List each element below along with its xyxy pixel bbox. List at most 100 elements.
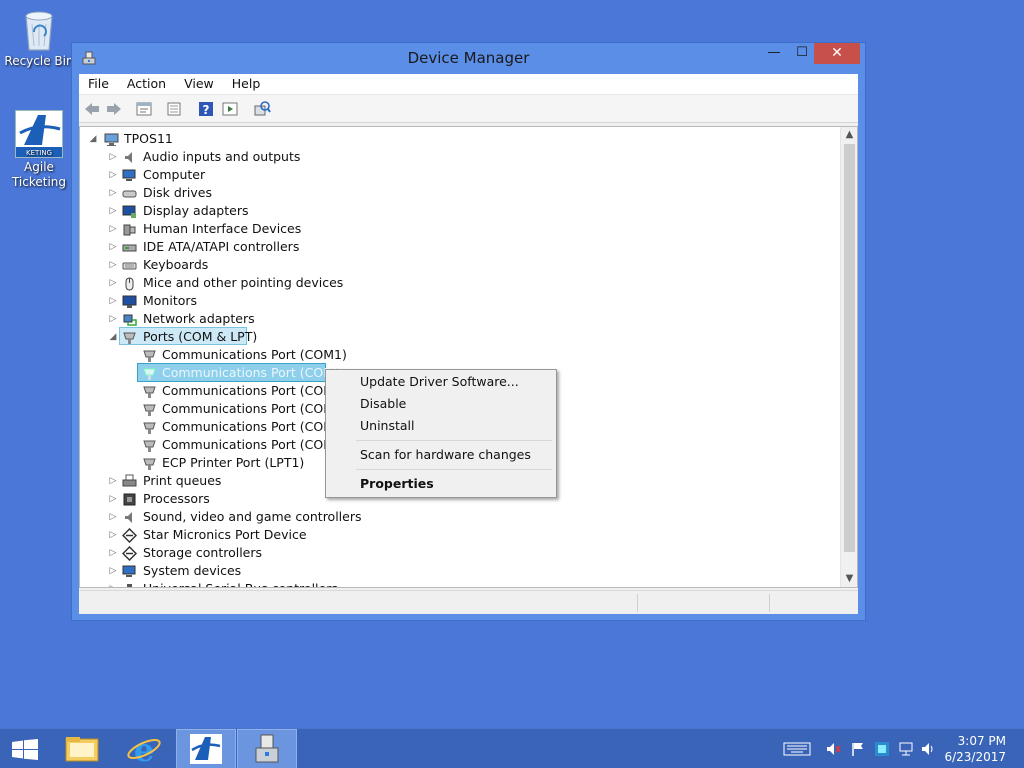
menu-item-scan-hardware[interactable]: Scan for hardware changes	[360, 446, 531, 464]
run-icon[interactable]	[221, 100, 239, 118]
forward-icon[interactable]	[105, 100, 123, 118]
expand-arrow-icon[interactable]: ▷	[108, 238, 118, 256]
minimize-button[interactable]: —	[760, 43, 788, 64]
show-hidden-icon[interactable]	[165, 100, 183, 118]
port-icon	[142, 402, 157, 417]
agile-ticketing-taskbar-button[interactable]	[176, 729, 236, 768]
expand-arrow-icon[interactable]: ▷	[108, 544, 118, 562]
category-label: Monitors	[143, 293, 198, 308]
expand-arrow-icon[interactable]: ▷	[108, 202, 118, 220]
device-label: Communications Port (COM5)	[162, 419, 347, 434]
device-manager-taskbar-button[interactable]	[237, 729, 297, 768]
collapse-arrow-icon[interactable]: ◢	[88, 130, 98, 148]
menu-action[interactable]: Action	[118, 74, 175, 94]
menu-item-properties[interactable]: Properties	[360, 475, 434, 493]
back-icon[interactable]	[83, 100, 101, 118]
status-divider	[769, 594, 770, 612]
scan-hardware-icon[interactable]	[253, 100, 271, 118]
port-icon	[142, 456, 157, 471]
expand-arrow-icon[interactable]: ▷	[108, 220, 118, 238]
mouse-icon	[122, 276, 137, 291]
expand-arrow-icon[interactable]: ▷	[108, 472, 118, 490]
agile-logo-text: KETING	[26, 149, 52, 157]
speaker-icon[interactable]	[920, 741, 936, 757]
expand-arrow-icon[interactable]: ▷	[108, 148, 118, 166]
action-center-flag-icon[interactable]	[850, 741, 866, 757]
collapse-arrow-icon[interactable]: ◢	[108, 328, 118, 346]
file-explorer-taskbar-button[interactable]	[52, 729, 112, 768]
system-clock[interactable]: 3:07 PM 6/23/2017	[944, 733, 1006, 765]
taskbar: e 3:07 PM 6/23/2017	[0, 728, 1024, 768]
scroll-up-icon[interactable]: ▲	[841, 127, 857, 143]
category-label: Star Micronics Port Device	[143, 527, 307, 542]
port-icon	[142, 438, 157, 453]
category-label: Ports (COM & LPT)	[143, 329, 258, 344]
help-icon[interactable]: ?	[197, 100, 215, 118]
port-icon	[142, 384, 157, 399]
expand-arrow-icon[interactable]: ▷	[108, 562, 118, 580]
scrollbar-thumb[interactable]	[844, 144, 855, 552]
expand-arrow-icon[interactable]: ▷	[108, 184, 118, 202]
expand-arrow-icon[interactable]: ▷	[108, 310, 118, 328]
category-label: Human Interface Devices	[143, 221, 302, 236]
device-tree-panel: ◢ TPOS11 ▷ Audio inputs and outputs ▷ Co…	[79, 126, 858, 588]
menu-view[interactable]: View	[175, 74, 223, 94]
category-label: Print queues	[143, 473, 222, 488]
expand-arrow-icon[interactable]: ▷	[108, 274, 118, 292]
recycle-bin-label: Recycle Bin	[4, 54, 74, 68]
category-label: System devices	[143, 563, 242, 578]
category-label: Network adapters	[143, 311, 255, 326]
category-label: Audio inputs and outputs	[143, 149, 301, 164]
menu-item-update-driver[interactable]: Update Driver Software...	[360, 373, 519, 391]
context-menu: Update Driver Software... Disable Uninst…	[325, 369, 557, 498]
window-title: Device Manager	[407, 49, 530, 67]
start-button[interactable]	[0, 729, 60, 768]
maximize-button[interactable]: ☐	[788, 43, 816, 64]
category-label: Universal Serial Bus controllers	[143, 580, 338, 587]
menu-help[interactable]: Help	[223, 74, 270, 94]
internet-explorer-taskbar-button[interactable]: e	[114, 729, 174, 768]
computer-root-icon	[104, 132, 119, 147]
keyboard-icon	[122, 258, 137, 273]
folder-icon	[65, 737, 99, 762]
expand-arrow-icon[interactable]: ▷	[108, 166, 118, 184]
port-icon	[142, 366, 157, 381]
device-label: Communications Port (COM1)	[162, 347, 347, 362]
expand-arrow-icon[interactable]: ▷	[108, 292, 118, 310]
svg-text:?: ?	[203, 103, 210, 117]
volume-muted-icon[interactable]	[825, 741, 841, 757]
svg-text:e: e	[134, 731, 154, 768]
menu-bar: File Action View Help	[79, 74, 858, 95]
storage-icon	[121, 545, 138, 562]
recycle-bin[interactable]: Recycle Bin	[1, 6, 77, 69]
device-label: Communications Port (COM1)	[162, 365, 347, 380]
expand-arrow-icon[interactable]: ▷	[108, 580, 118, 587]
device-label: ECP Printer Port (LPT1)	[162, 455, 305, 470]
internet-explorer-icon: e	[127, 731, 161, 768]
vertical-scrollbar[interactable]: ▲ ▼	[840, 127, 857, 587]
menu-item-uninstall[interactable]: Uninstall	[360, 417, 415, 435]
close-button[interactable]: ✕	[814, 43, 860, 64]
port-icon	[142, 420, 157, 435]
properties-icon[interactable]	[135, 100, 153, 118]
expand-arrow-icon[interactable]: ▷	[108, 508, 118, 526]
scroll-down-icon[interactable]: ▼	[841, 571, 857, 587]
network-icon[interactable]	[898, 741, 914, 757]
category-label: Keyboards	[143, 257, 209, 272]
touch-keyboard-icon[interactable]	[783, 741, 811, 757]
menu-item-disable[interactable]: Disable	[360, 395, 406, 413]
title-bar[interactable]: Device Manager — ☐ ✕	[72, 43, 865, 74]
menu-file[interactable]: File	[79, 74, 118, 94]
category-label: Mice and other pointing devices	[143, 275, 344, 290]
expand-arrow-icon[interactable]: ▷	[108, 526, 118, 544]
expand-arrow-icon[interactable]: ▷	[108, 490, 118, 508]
expand-arrow-icon[interactable]: ▷	[108, 256, 118, 274]
windows-logo-icon	[12, 739, 38, 760]
device-manager-icon	[255, 734, 279, 763]
processor-icon	[122, 492, 137, 507]
agile-ticketing-shortcut[interactable]: KETING Agile Ticketing	[1, 110, 77, 190]
app-tray-icon[interactable]	[874, 741, 890, 757]
agile-ticketing-label: Agile Ticketing	[11, 160, 67, 189]
monitor-icon	[122, 294, 137, 309]
device-manager-window: Device Manager — ☐ ✕ File Action View He…	[71, 42, 866, 621]
